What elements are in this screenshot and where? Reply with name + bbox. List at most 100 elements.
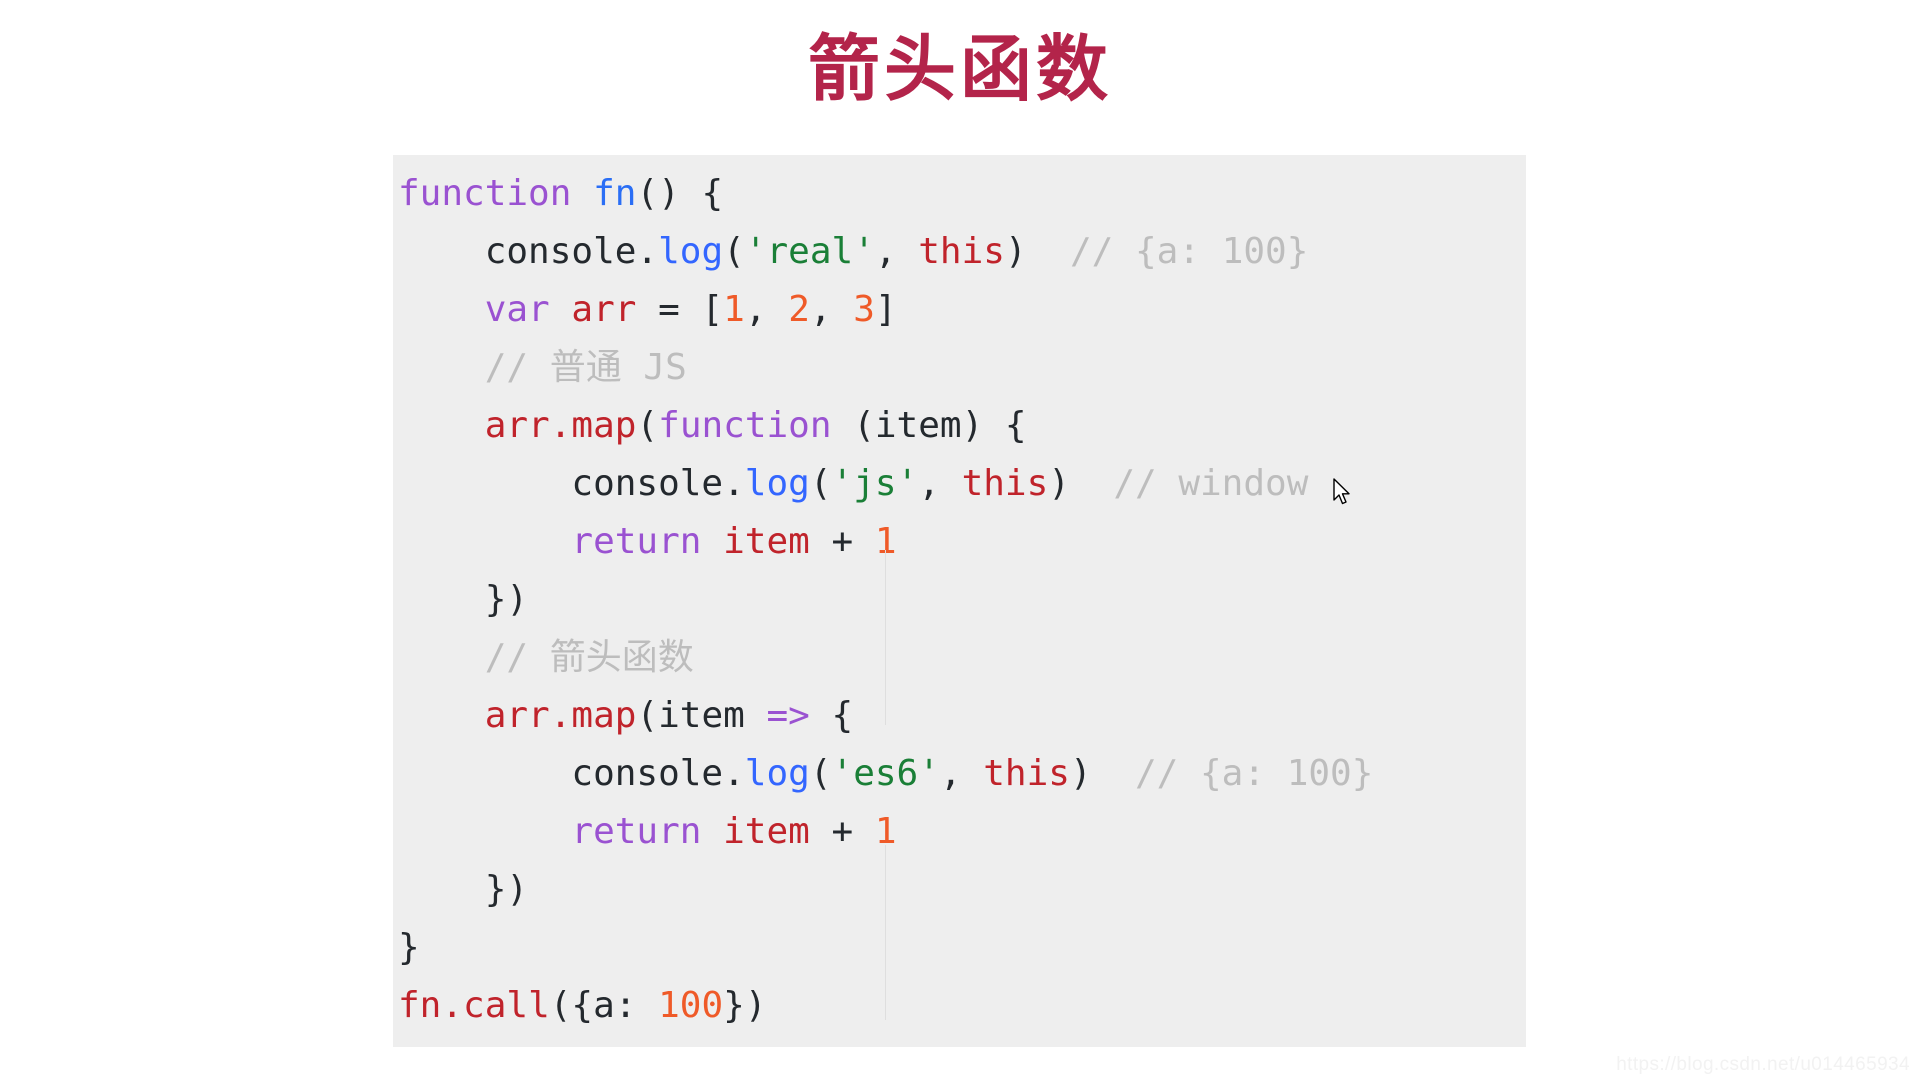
code-token: . (549, 695, 572, 736)
code-token: + (809, 811, 875, 852)
code-token: . (723, 463, 745, 504)
code-token: map (571, 695, 637, 736)
code-line: console.log('real', this) // {a: 100} (398, 223, 1526, 281)
code-token: ({a: (549, 985, 659, 1026)
code-token: ) (1048, 463, 1070, 504)
code-token: () { (636, 173, 724, 214)
code-token: // (398, 347, 550, 388)
watermark-text: https://blog.csdn.net/u014465934 (1616, 1054, 1910, 1075)
code-token: log (658, 231, 724, 272)
code-token: ( (636, 405, 659, 446)
code-line: arr.map(function (item) { (398, 397, 1526, 455)
code-token: 'real' (744, 231, 875, 272)
code-token: . (723, 753, 745, 794)
code-token: . (441, 985, 464, 1026)
code-token: arr (484, 405, 550, 446)
code-token: log (744, 753, 810, 794)
code-token: , (918, 463, 962, 504)
code-line: return item + 1 (398, 803, 1526, 861)
code-token: + (809, 521, 875, 562)
code-token: 'js' (831, 463, 919, 504)
code-token: item (723, 811, 810, 852)
code-card: function fn() { console.log('real', this… (393, 155, 1526, 1047)
code-token: item (723, 521, 810, 562)
code-line: // 箭头函数 (398, 629, 1526, 687)
code-token: fn (593, 173, 637, 214)
code-token: return (571, 811, 702, 852)
code-token: 'es6' (831, 753, 940, 794)
code-line: console.log('js', this) // window (398, 455, 1526, 513)
code-token: . (636, 231, 659, 272)
code-token: function (398, 173, 594, 214)
code-token: // (398, 637, 550, 678)
code-token: console (398, 753, 724, 794)
code-token: 2 (788, 289, 810, 330)
code-line: }) (398, 571, 1526, 629)
slide-page: 箭头函数 function fn() { console.log('real',… (0, 0, 1920, 1080)
code-line: } (398, 919, 1526, 977)
code-token: , (939, 753, 984, 794)
code-line: // 普通 JS (398, 339, 1526, 397)
code-token: 箭头函数 (549, 637, 694, 678)
code-token: map (571, 405, 637, 446)
code-block[interactable]: function fn() { console.log('real', this… (393, 165, 1526, 1035)
code-token: // {a: 100} (1026, 231, 1309, 272)
code-token: ( (723, 231, 745, 272)
code-token: fn (398, 985, 442, 1026)
code-line: var arr = [1, 2, 3] (398, 281, 1526, 339)
code-token: function (658, 405, 832, 446)
code-token: 1 (723, 289, 745, 330)
code-token: this (961, 463, 1049, 504)
code-token: arr (484, 695, 550, 736)
code-token: => (766, 695, 810, 736)
code-token: }) (723, 985, 767, 1026)
code-token: ( (809, 753, 832, 794)
code-token: }) (398, 869, 529, 910)
code-token: , (809, 289, 854, 330)
code-token: console (398, 231, 637, 272)
code-line: fn.call({a: 100}) (398, 977, 1526, 1035)
code-token: // window (1069, 463, 1309, 504)
page-title: 箭头函数 (807, 27, 1112, 111)
code-token: ) (1004, 231, 1027, 272)
code-token: arr (571, 289, 637, 330)
code-token: // {a: 100} (1091, 753, 1374, 794)
code-token: , (744, 289, 789, 330)
code-line: }) (398, 861, 1526, 919)
code-token: log (744, 463, 810, 504)
indent-guide-line (885, 550, 886, 725)
code-token: return (571, 521, 702, 562)
code-token: 3 (853, 289, 875, 330)
code-token: . (549, 405, 572, 446)
code-token: call (463, 985, 550, 1026)
code-line: arr.map(item => { (398, 687, 1526, 745)
code-token: var (484, 289, 550, 330)
code-token: }) (398, 579, 529, 620)
code-token: } (398, 927, 420, 968)
code-token: console (398, 463, 724, 504)
code-token: (item) { (831, 405, 1027, 446)
code-token: , (874, 231, 919, 272)
code-token: = [ (636, 289, 724, 330)
code-token: 100 (658, 985, 724, 1026)
code-token: (item (636, 695, 767, 736)
code-token: this (983, 753, 1070, 794)
code-line: console.log('es6', this) // {a: 100} (398, 745, 1526, 803)
code-token: JS (621, 347, 687, 388)
code-token: ] (874, 289, 897, 330)
code-token: { (809, 695, 854, 736)
code-line: return item + 1 (398, 513, 1526, 571)
indent-guide-line (885, 845, 886, 1020)
code-line: function fn() { (398, 165, 1526, 223)
code-token: ( (809, 463, 832, 504)
code-token: this (918, 231, 1005, 272)
code-token: ) (1069, 753, 1092, 794)
